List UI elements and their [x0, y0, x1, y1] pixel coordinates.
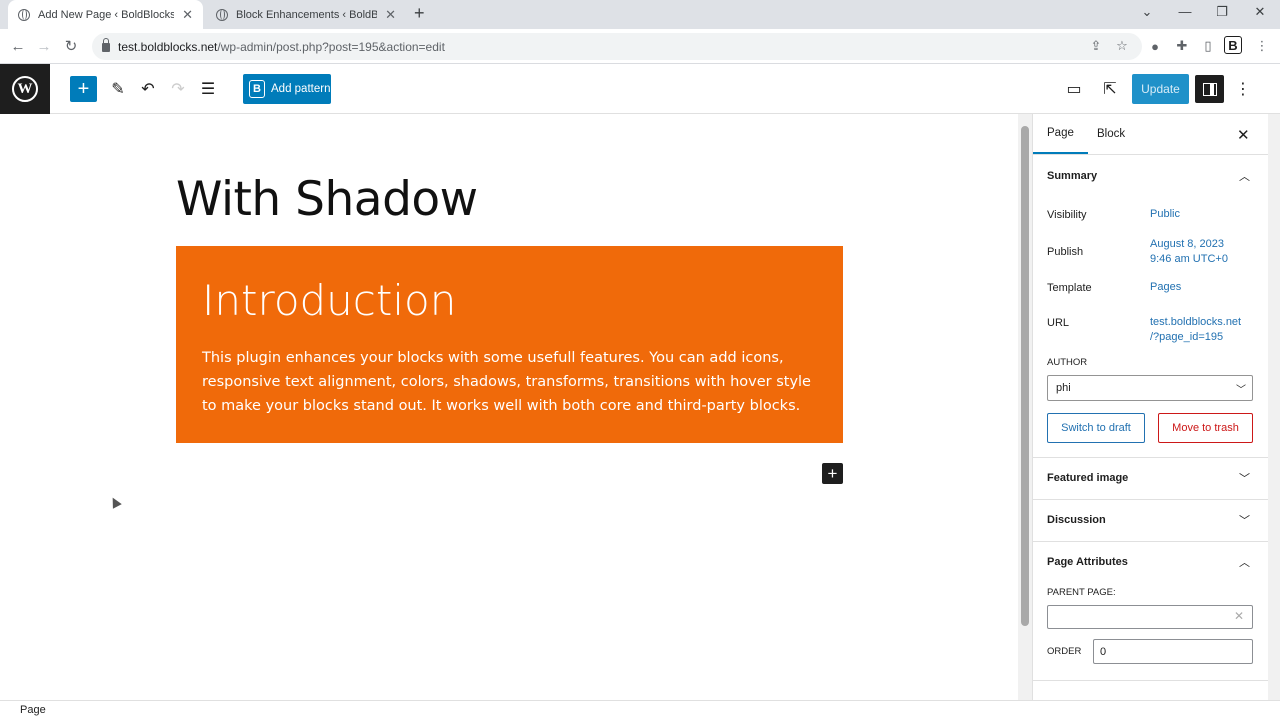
- settings-sidebar: Page Block ✕ Summary ︿ Visibility Public…: [1032, 114, 1269, 700]
- wordpress-logo-button[interactable]: W: [0, 64, 50, 114]
- maximize-button[interactable]: ❐: [1212, 4, 1232, 20]
- page-attributes-panel-title[interactable]: Page Attributes: [1047, 556, 1128, 568]
- tab-title: Add New Page ‹ BoldBlocks — W: [38, 8, 175, 21]
- editor-header: W + ✎ ↶ ↷ ☰ B Add pattern ▭ ⇱ Update ⋮: [0, 64, 1280, 114]
- canvas-scrollbar[interactable]: [1018, 114, 1032, 700]
- order-label: ORDER: [1047, 646, 1082, 657]
- close-icon[interactable]: ✕: [1237, 126, 1250, 144]
- boldblocks-icon: B: [249, 80, 265, 98]
- publish-time: 9:46 am UTC+0: [1150, 253, 1228, 265]
- wordpress-icon: W: [12, 76, 38, 102]
- switch-to-draft-button[interactable]: Switch to draft: [1047, 413, 1145, 443]
- list-view-icon[interactable]: ☰: [194, 75, 222, 103]
- browser-tab[interactable]: Block Enhancements ‹ BoldBlock ✕: [206, 0, 406, 29]
- close-tab-icon[interactable]: ✕: [385, 7, 396, 23]
- visibility-value[interactable]: Public: [1150, 207, 1180, 222]
- globe-icon: [216, 8, 228, 21]
- browser-toolbar: ← → ↻ test.boldblocks.net /wp-admin/post…: [0, 29, 1280, 64]
- chevron-up-icon[interactable]: ︿: [1239, 168, 1250, 184]
- url-path: /?page_id=195: [1150, 331, 1224, 343]
- discussion-panel-title[interactable]: Discussion: [1047, 514, 1106, 526]
- url-host: test.boldblocks.net: [1150, 316, 1242, 328]
- move-to-trash-button[interactable]: Move to trash: [1158, 413, 1253, 443]
- publish-date: August 8, 2023: [1150, 238, 1225, 250]
- view-page-external-icon[interactable]: ⇱: [1096, 75, 1124, 103]
- pencil-tools-icon[interactable]: ✎: [104, 75, 132, 103]
- globe-icon: [18, 8, 30, 21]
- puzzle-icon[interactable]: ✚: [1172, 36, 1192, 56]
- tab-title: Block Enhancements ‹ BoldBlock: [236, 8, 378, 21]
- block-breadcrumb[interactable]: Page: [0, 700, 1280, 720]
- template-value[interactable]: Pages: [1150, 280, 1181, 295]
- author-select[interactable]: phi ﹀: [1047, 375, 1253, 401]
- tab-search-icon[interactable]: ⌄: [1137, 4, 1157, 20]
- preview-desktop-icon[interactable]: ▭: [1060, 75, 1088, 103]
- url-host: test.boldblocks.net: [118, 39, 218, 54]
- mouse-cursor-icon: [108, 495, 122, 509]
- close-tab-icon[interactable]: ✕: [182, 7, 193, 23]
- divider: [1033, 680, 1269, 681]
- order-input[interactable]: 0: [1093, 639, 1253, 664]
- url-path: /wp-admin/post.php?post=195&action=edit: [217, 39, 445, 54]
- divider: [1033, 499, 1269, 500]
- divider: [1033, 457, 1269, 458]
- options-menu-icon[interactable]: ⋮: [1229, 75, 1257, 103]
- settings-sidebar-toggle[interactable]: [1195, 75, 1224, 103]
- divider: [1033, 541, 1269, 542]
- block-paragraph[interactable]: This plugin enhances your blocks with so…: [202, 346, 824, 418]
- group-block-with-shadow[interactable]: Introduction This plugin enhances your b…: [176, 246, 843, 443]
- add-block-button[interactable]: +: [822, 463, 843, 484]
- url-value[interactable]: test.boldblocks.net /?page_id=195: [1150, 315, 1241, 345]
- tab-page[interactable]: Page: [1033, 114, 1088, 154]
- editor-canvas: With Shadow Introduction This plugin enh…: [0, 114, 1018, 700]
- chevron-up-icon[interactable]: ︿: [1239, 554, 1250, 570]
- author-label: AUTHOR: [1047, 357, 1088, 368]
- chevron-down-icon[interactable]: ﹀: [1239, 470, 1250, 486]
- url-label: URL: [1047, 317, 1070, 329]
- publish-value[interactable]: August 8, 2023 9:46 am UTC+0: [1150, 237, 1228, 267]
- bookmark-star-icon[interactable]: ☆: [1112, 36, 1132, 56]
- side-panel-icon[interactable]: ▯: [1198, 36, 1218, 56]
- browser-tab-strip: Add New Page ‹ BoldBlocks — W ✕ Block En…: [0, 0, 1280, 29]
- update-button[interactable]: Update: [1132, 74, 1189, 104]
- forward-arrow-icon[interactable]: →: [33, 35, 55, 57]
- block-inserter-button[interactable]: +: [70, 76, 97, 102]
- featured-image-panel-title[interactable]: Featured image: [1047, 472, 1128, 484]
- parent-page-input[interactable]: ✕: [1047, 605, 1253, 629]
- add-pattern-button[interactable]: B Add pattern: [243, 74, 331, 104]
- chevron-down-icon[interactable]: ﹀: [1239, 512, 1250, 528]
- extension-icon[interactable]: ●: [1145, 36, 1165, 56]
- share-icon[interactable]: ⇪: [1086, 36, 1106, 56]
- back-arrow-icon[interactable]: ←: [7, 35, 29, 57]
- undo-icon[interactable]: ↶: [134, 75, 162, 103]
- template-label: Template: [1047, 282, 1092, 294]
- sidebar-scrollbar[interactable]: [1268, 114, 1280, 700]
- add-pattern-label: Add pattern: [271, 83, 331, 95]
- new-tab-button[interactable]: +: [414, 3, 425, 24]
- scrollbar-thumb[interactable]: [1021, 126, 1029, 626]
- redo-icon[interactable]: ↷: [164, 75, 192, 103]
- sidebar-icon: [1202, 82, 1217, 96]
- boldblocks-extension-icon[interactable]: B: [1224, 36, 1242, 54]
- parent-page-label: PARENT PAGE:: [1047, 587, 1116, 598]
- visibility-label: Visibility: [1047, 209, 1087, 221]
- clear-icon[interactable]: ✕: [1234, 609, 1244, 623]
- close-window-button[interactable]: ✕: [1250, 4, 1270, 20]
- author-value: phi: [1056, 382, 1071, 394]
- summary-panel-title[interactable]: Summary: [1047, 170, 1097, 182]
- browser-tab-active[interactable]: Add New Page ‹ BoldBlocks — W ✕: [8, 0, 203, 29]
- block-heading[interactable]: Introduction: [202, 276, 456, 325]
- reload-icon[interactable]: ↻: [60, 35, 82, 57]
- chrome-menu-icon[interactable]: ⋮: [1252, 36, 1272, 56]
- page-title[interactable]: With Shadow: [176, 172, 478, 227]
- tab-block[interactable]: Block: [1083, 114, 1139, 154]
- address-bar[interactable]: test.boldblocks.net /wp-admin/post.php?p…: [92, 33, 1142, 60]
- lock-icon: [102, 38, 110, 52]
- publish-label: Publish: [1047, 246, 1084, 258]
- minimize-button[interactable]: —: [1175, 4, 1195, 19]
- divider: [1033, 154, 1269, 155]
- chevron-down-icon: ﹀: [1236, 385, 1246, 396]
